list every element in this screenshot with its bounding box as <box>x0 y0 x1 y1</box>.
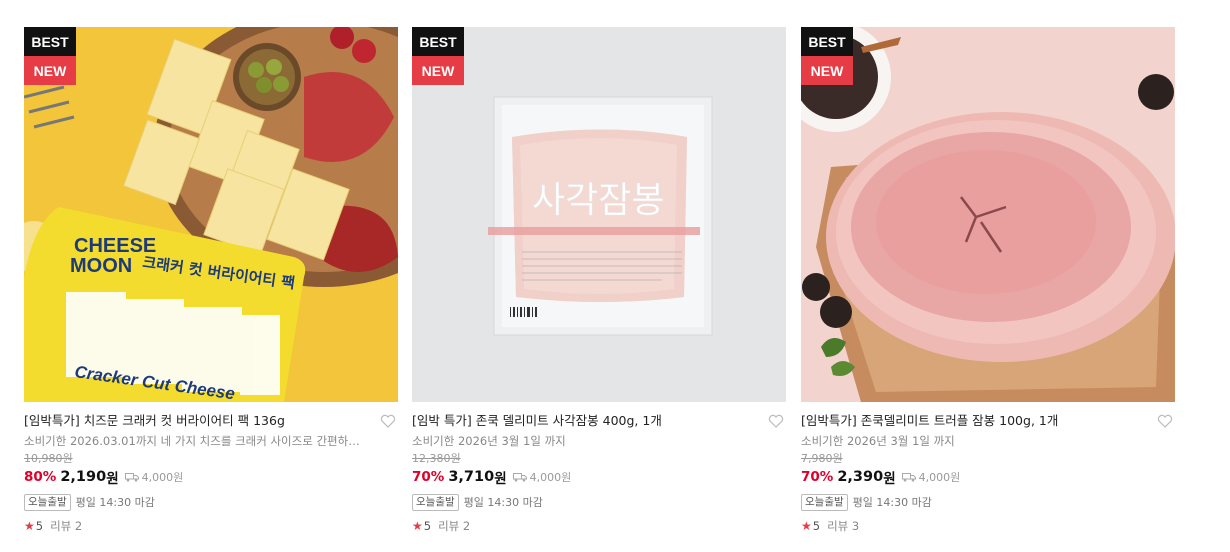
shipping-fee-text: 4,000원 <box>529 471 572 484</box>
shipping-fee-text: 4,000원 <box>918 471 961 484</box>
ham-package-image: 사각잠봉 <box>412 27 786 402</box>
product-title[interactable]: [임박특가] 치즈문 크래커 컷 버라이어티 팩 136g <box>24 412 369 430</box>
product-description: 소비기한 2026년 3월 1일 까지 <box>801 434 955 448</box>
truck-icon <box>512 473 527 482</box>
product-info: [임박특가] 존쿡델리미트 트러플 잠봉 100g, 1개 소비기한 2026년… <box>801 402 1175 534</box>
shipping-fee: 4,000원 <box>901 469 961 485</box>
rating-value: 5 <box>812 519 821 533</box>
rating-value: 5 <box>423 519 432 533</box>
star-icon: ★ <box>801 519 812 533</box>
heart-outline-icon[interactable] <box>1157 413 1173 429</box>
best-badge: BEST <box>24 27 76 56</box>
product-info: [임박특가] 치즈문 크래커 컷 버라이어티 팩 136g 소비기한 2026.… <box>24 402 398 534</box>
sale-price: 3,710 <box>448 469 495 485</box>
package-label-text: 사각잠봉 <box>532 180 664 221</box>
price-row: 80% 2,190 원 4,000원 <box>24 467 398 487</box>
review-count[interactable]: 리뷰 2 <box>438 518 470 534</box>
review-count[interactable]: 리뷰 3 <box>827 518 859 534</box>
truffle-ham-image <box>801 27 1175 402</box>
shipping-fee: 4,000원 <box>512 469 572 485</box>
product-image[interactable]: BEST NEW <box>801 27 1175 402</box>
new-badge: NEW <box>801 56 853 85</box>
best-badge: BEST <box>801 27 853 56</box>
best-badge: BEST <box>412 27 464 56</box>
delivery-row: 오늘출발 평일 14:30 마감 <box>412 493 786 511</box>
product-description: 소비기한 2026.03.01까지 네 가지 치즈를 크래커 사이즈로 간편하게… <box>24 434 369 448</box>
star-icon: ★ <box>412 519 423 533</box>
svg-text:MOON: MOON <box>70 255 132 277</box>
product-card[interactable]: CHEESE MOON 크래커 컷 버라이어티 팩 Cracker Cut Ch… <box>24 27 398 534</box>
product-card[interactable]: BEST NEW [임박특가] 존쿡델리미트 트러플 잠봉 100g, 1개 소… <box>801 27 1175 534</box>
delivery-cutoff: 평일 14:30 마감 <box>463 496 543 509</box>
discount-rate: 70% <box>801 469 834 485</box>
product-title[interactable]: [임박 특가] 존쿡 델리미트 사각잠봉 400g, 1개 <box>412 412 757 430</box>
star-icon: ★ <box>24 519 35 533</box>
product-image[interactable]: CHEESE MOON 크래커 컷 버라이어티 팩 Cracker Cut Ch… <box>24 27 398 402</box>
product-title[interactable]: [임박특가] 존쿡델리미트 트러플 잠봉 100g, 1개 <box>801 412 1146 430</box>
truck-icon <box>901 473 916 482</box>
sale-price: 2,190 <box>60 469 107 485</box>
product-card[interactable]: 사각잠봉 BEST NEW [임박 특가] 존쿡 델리미트 사각잠봉 400g,… <box>412 27 786 534</box>
delivery-cutoff: 평일 14:30 마감 <box>75 496 155 509</box>
review-count[interactable]: 리뷰 2 <box>50 518 82 534</box>
heart-outline-icon[interactable] <box>380 413 396 429</box>
new-badge: NEW <box>412 56 464 85</box>
heart-outline-icon[interactable] <box>768 413 784 429</box>
currency-unit: 원 <box>883 471 896 487</box>
delivery-tag: 오늘출발 <box>412 493 459 511</box>
rating-row: ★ 5 리뷰 3 <box>801 518 1175 534</box>
rating-row: ★ 5 리뷰 2 <box>412 518 786 534</box>
shipping-fee-text: 4,000원 <box>141 471 184 484</box>
rating-value: 5 <box>35 519 44 533</box>
delivery-row: 오늘출발 평일 14:30 마감 <box>24 493 398 511</box>
product-info: [임박 특가] 존쿡 델리미트 사각잠봉 400g, 1개 소비기한 2026년… <box>412 402 786 534</box>
delivery-tag: 오늘출발 <box>801 493 848 511</box>
currency-unit: 원 <box>106 471 119 487</box>
original-price: 7,980원 <box>801 452 843 465</box>
product-image[interactable]: 사각잠봉 BEST NEW <box>412 27 786 402</box>
delivery-cutoff: 평일 14:30 마감 <box>852 496 932 509</box>
delivery-row: 오늘출발 평일 14:30 마감 <box>801 493 1175 511</box>
currency-unit: 원 <box>494 471 507 487</box>
sale-price: 2,390 <box>837 469 884 485</box>
original-price: 10,980원 <box>24 452 73 465</box>
original-price: 12,380원 <box>412 452 461 465</box>
new-badge: NEW <box>24 56 76 85</box>
truck-icon <box>124 473 139 482</box>
product-description: 소비기한 2026년 3월 1일 까지 <box>412 434 566 448</box>
cheese-platter-image: CHEESE MOON 크래커 컷 버라이어티 팩 Cracker Cut Ch… <box>24 27 398 402</box>
product-grid: CHEESE MOON 크래커 컷 버라이어티 팩 Cracker Cut Ch… <box>0 0 1230 552</box>
price-row: 70% 2,390 원 4,000원 <box>801 467 1175 487</box>
price-row: 70% 3,710 원 4,000원 <box>412 467 786 487</box>
delivery-tag: 오늘출발 <box>24 493 71 511</box>
discount-rate: 70% <box>412 469 445 485</box>
discount-rate: 80% <box>24 469 57 485</box>
rating-row: ★ 5 리뷰 2 <box>24 518 398 534</box>
shipping-fee: 4,000원 <box>124 469 184 485</box>
